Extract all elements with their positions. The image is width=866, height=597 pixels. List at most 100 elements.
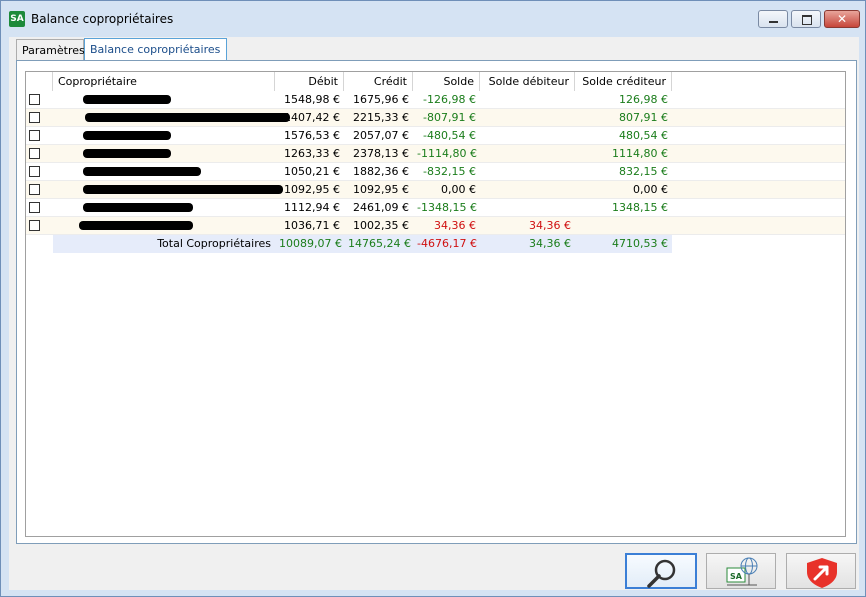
table-row[interactable]: 1092,95 € 1092,95 € 0,00 € 0,00 € xyxy=(26,181,845,199)
redaction-mark xyxy=(83,131,171,140)
exit-button[interactable] xyxy=(786,553,856,589)
row-checkbox[interactable] xyxy=(29,112,40,123)
row-credit: 1092,95 € xyxy=(353,183,409,196)
table-row[interactable]: 1576,53 € 2057,07 € -480,54 € 480,54 € xyxy=(26,127,845,145)
table-row[interactable]: 1112,94 € 2461,09 € -1348,15 € 1348,15 € xyxy=(26,199,845,217)
header-credit[interactable]: Crédit xyxy=(344,72,413,91)
table-row[interactable]: 1263,33 € 2378,13 € -1114,80 € 1114,80 € xyxy=(26,145,845,163)
row-debit: 1576,53 € xyxy=(284,129,340,142)
redaction-mark xyxy=(83,203,193,212)
row-solde-debiteur xyxy=(480,127,575,145)
row-credit: 2057,07 € xyxy=(353,129,409,142)
row-checkbox[interactable] xyxy=(29,148,40,159)
row-solde-debiteur xyxy=(480,199,575,217)
row-solde-crediteur: 1348,15 € xyxy=(612,201,668,214)
row-credit: 1882,36 € xyxy=(353,165,409,178)
row-checkbox[interactable] xyxy=(29,184,40,195)
row-checkbox[interactable] xyxy=(29,202,40,213)
row-solde-debiteur xyxy=(480,163,575,181)
total-solde-debiteur: 34,36 € xyxy=(480,235,575,253)
tab-parametres[interactable]: Paramètres xyxy=(16,39,85,60)
row-solde: -832,15 € xyxy=(423,165,476,178)
row-coproprietaire-redacted xyxy=(53,145,275,163)
row-coproprietaire-redacted xyxy=(53,181,283,199)
header-solde[interactable]: Solde xyxy=(413,72,480,91)
minimize-button[interactable] xyxy=(758,10,788,28)
header-debit[interactable]: Débit xyxy=(275,72,344,91)
maximize-icon xyxy=(802,15,812,25)
app-icon: SA xyxy=(9,11,25,27)
header-coproprietaire[interactable]: Copropriétaire xyxy=(53,72,275,91)
row-debit: 1263,33 € xyxy=(284,147,340,160)
row-coproprietaire-redacted xyxy=(53,199,275,217)
row-solde: -126,98 € xyxy=(423,93,476,106)
balance-grid[interactable]: Copropriétaire Débit Crédit Solde Solde … xyxy=(25,71,846,537)
row-solde: 34,36 € xyxy=(434,219,476,232)
table-row[interactable]: 1548,98 € 1675,96 € -126,98 € 126,98 € xyxy=(26,91,845,109)
maximize-button[interactable] xyxy=(791,10,821,28)
network-export-icon: SA xyxy=(726,557,758,586)
main-window: SA Balance copropriétaires ✕ Paramètres … xyxy=(0,0,866,597)
minimize-icon xyxy=(769,21,778,23)
header-checkbox-column xyxy=(26,72,53,91)
row-solde-crediteur: 807,91 € xyxy=(619,111,668,124)
client-area: Paramètres Balance copropriétaires Copro… xyxy=(9,37,859,590)
row-debit: 1548,98 € xyxy=(284,93,340,106)
row-debit: 1112,94 € xyxy=(284,201,340,214)
total-credit: 14765,24 € xyxy=(344,235,413,253)
row-solde-debiteur xyxy=(480,145,575,163)
title-bar[interactable]: SA Balance copropriétaires ✕ xyxy=(1,1,865,37)
header-solde-crediteur[interactable]: Solde créditeur xyxy=(575,72,672,91)
row-checkbox[interactable] xyxy=(29,130,40,141)
total-solde: -4676,17 € xyxy=(413,235,480,253)
total-label: Total Copropriétaires xyxy=(53,235,275,253)
row-solde-debiteur xyxy=(480,91,575,109)
row-solde-crediteur: 832,15 € xyxy=(619,165,668,178)
table-row[interactable]: 1036,71 € 1002,35 € 34,36 € 34,36 € xyxy=(26,217,845,235)
row-checkbox[interactable] xyxy=(29,166,40,177)
total-solde-crediteur: 4710,53 € xyxy=(575,235,672,253)
row-debit: 1407,42 € xyxy=(284,111,340,124)
total-row: Total Copropriétaires 10089,07 € 14765,2… xyxy=(26,235,672,253)
row-coproprietaire-redacted xyxy=(53,163,275,181)
tab-panel: Copropriétaire Débit Crédit Solde Solde … xyxy=(16,60,857,544)
search-button[interactable] xyxy=(625,553,697,589)
row-credit: 2215,33 € xyxy=(353,111,409,124)
row-credit: 2461,09 € xyxy=(353,201,409,214)
row-debit: 1050,21 € xyxy=(284,165,340,178)
header-solde-debiteur[interactable]: Solde débiteur xyxy=(480,72,575,91)
grid-header: Copropriétaire Débit Crédit Solde Solde … xyxy=(26,72,845,92)
table-row[interactable]: 1407,42 € 2215,33 € -807,91 € 807,91 € xyxy=(26,109,845,127)
redaction-mark xyxy=(79,221,193,230)
row-solde: -480,54 € xyxy=(423,129,476,142)
row-checkbox[interactable] xyxy=(29,220,40,231)
close-button[interactable]: ✕ xyxy=(824,10,860,28)
row-solde: -1348,15 € xyxy=(417,201,477,214)
row-solde: -1114,80 € xyxy=(417,147,477,160)
row-solde-crediteur: 480,54 € xyxy=(619,129,668,142)
row-coproprietaire-redacted xyxy=(53,91,275,109)
export-icon-text: SA xyxy=(730,572,743,581)
redaction-mark xyxy=(83,95,171,104)
row-solde-debiteur xyxy=(480,181,575,199)
redaction-mark xyxy=(85,113,290,122)
export-button[interactable]: SA xyxy=(706,553,776,589)
row-debit: 1036,71 € xyxy=(284,219,340,232)
row-solde-crediteur xyxy=(575,217,672,235)
window-title: Balance copropriétaires xyxy=(31,12,174,26)
search-icon xyxy=(647,559,676,588)
row-debit: 1092,95 € xyxy=(284,183,340,196)
row-solde: 0,00 € xyxy=(441,183,476,196)
row-coproprietaire-redacted xyxy=(53,217,275,235)
row-solde-debiteur xyxy=(480,109,575,127)
row-solde-crediteur: 126,98 € xyxy=(619,93,668,106)
total-debit: 10089,07 € xyxy=(275,235,344,253)
tab-balance-coproprietaires[interactable]: Balance copropriétaires xyxy=(84,38,227,61)
redaction-mark xyxy=(83,149,171,158)
row-checkbox[interactable] xyxy=(29,94,40,105)
row-solde-crediteur: 0,00 € xyxy=(633,183,668,196)
row-solde-debiteur: 34,36 € xyxy=(529,219,571,232)
table-row[interactable]: 1050,21 € 1882,36 € -832,15 € 832,15 € xyxy=(26,163,845,181)
row-solde: -807,91 € xyxy=(423,111,476,124)
row-credit: 1002,35 € xyxy=(353,219,409,232)
